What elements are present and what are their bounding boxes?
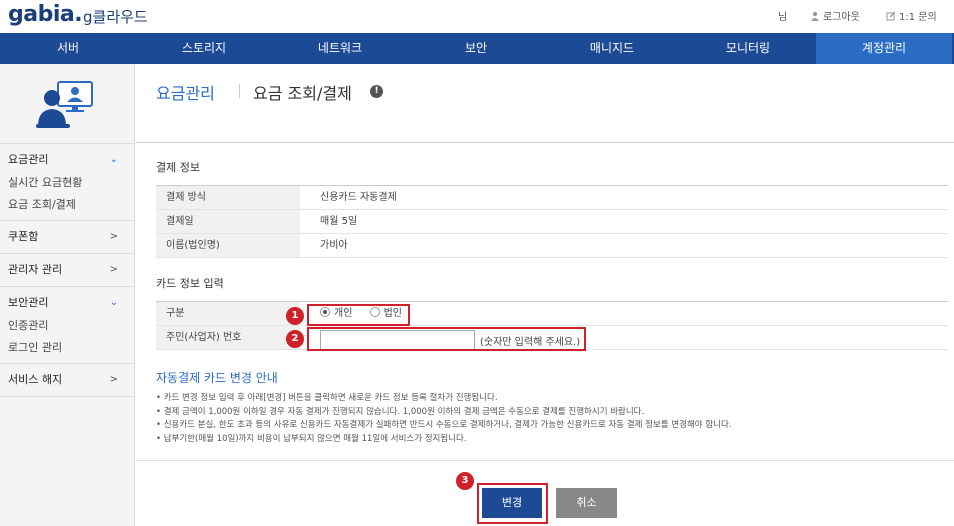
sidebar-item-admin[interactable]: 관리자 관리 > bbox=[8, 262, 126, 278]
logout-link[interactable]: 로그아웃 bbox=[810, 8, 860, 23]
chevron-right-icon: > bbox=[109, 264, 118, 275]
inquiry-label: 1:1 문의 bbox=[899, 12, 937, 23]
highlight-box-1 bbox=[307, 304, 410, 326]
user-icon bbox=[811, 11, 819, 21]
guide-title: 자동결제 카드 변경 안내 bbox=[156, 371, 278, 385]
table-row: 결제 방식 신용카드 자동결제 bbox=[156, 186, 948, 210]
row-label: 결제일 bbox=[156, 210, 300, 233]
guide-item: 결제 금액이 1,000원 이하일 경우 자동 결제가 진행되지 않습니다. 1… bbox=[156, 406, 948, 420]
sidebar-section-coupon: 쿠폰함 > bbox=[0, 221, 134, 254]
sidebar-item-billing[interactable]: 요금관리 ⌄ bbox=[8, 152, 126, 168]
cancel-button[interactable]: 취소 bbox=[556, 488, 617, 518]
nav-security[interactable]: 보안 bbox=[408, 33, 544, 64]
row-label: 구분 bbox=[156, 302, 300, 325]
change-button[interactable]: 변경 bbox=[482, 488, 542, 518]
step-badge-3: 3 bbox=[456, 472, 474, 490]
main-content: 요금관리 요금 조회/결제 ! 결제 정보 결제 방식 신용카드 자동결제 결제… bbox=[136, 64, 954, 526]
sidebar-item-label: 쿠폰함 bbox=[8, 230, 39, 243]
breadcrumb-parent[interactable]: 요금관리 bbox=[156, 80, 215, 104]
sidebar-section-security: 보안관리 ⌄ 인증관리 로그인 관리 bbox=[0, 287, 134, 364]
gabia-logo[interactable]: gabia. bbox=[8, 2, 83, 27]
top-bar: gabia. g클라우드 님 로그아웃 1:1 문의 bbox=[0, 0, 954, 33]
page-header: 요금관리 요금 조회/결제 ! bbox=[136, 64, 954, 143]
sidebar-item-cancel-service[interactable]: 서비스 해지 > bbox=[8, 372, 126, 388]
table-row: 이름(법인명) 가비아 bbox=[156, 234, 948, 258]
sidebar-item-billing-payment[interactable]: 요금 조회/결제 bbox=[8, 196, 126, 212]
guide-item: 신용카드 분실, 한도 초과 등의 사유로 신용카드 자동결제가 실패하면 반드… bbox=[156, 419, 948, 433]
chevron-right-icon: > bbox=[109, 231, 118, 242]
card-input-title: 카드 정보 입력 bbox=[156, 277, 224, 290]
row-value: 매월 5일 bbox=[320, 216, 358, 227]
account-user-icon bbox=[36, 81, 93, 128]
sidebar-section-cancel-service: 서비스 해지 > bbox=[0, 364, 134, 397]
divider bbox=[136, 460, 954, 461]
row-label: 이름(법인명) bbox=[156, 234, 300, 257]
gcloud-logo-text[interactable]: g클라우드 bbox=[83, 6, 148, 27]
inquiry-link[interactable]: 1:1 문의 bbox=[886, 8, 937, 23]
chevron-down-icon: ⌄ bbox=[109, 154, 118, 165]
user-name-suffix: 님 bbox=[778, 12, 788, 23]
nav-managed[interactable]: 매니지드 bbox=[544, 33, 680, 64]
sidebar-section-billing: 요금관리 ⌄ 실시간 요금현황 요금 조회/결제 bbox=[0, 144, 134, 221]
row-value: 신용카드 자동결제 bbox=[320, 192, 397, 203]
row-value: 가비아 bbox=[320, 240, 348, 251]
sidebar-item-auth[interactable]: 인증관리 bbox=[8, 317, 126, 333]
sidebar-item-realtime-billing[interactable]: 실시간 요금현황 bbox=[8, 174, 126, 190]
sidebar-section-admin: 관리자 관리 > bbox=[0, 254, 134, 287]
step-badge-2: 2 bbox=[286, 330, 304, 348]
row-label: 주민(사업자) 번호 bbox=[156, 326, 300, 349]
nav-network[interactable]: 네트워크 bbox=[272, 33, 408, 64]
sidebar: 요금관리 ⌄ 실시간 요금현황 요금 조회/결제 쿠폰함 > 관리자 관리 > … bbox=[0, 64, 135, 526]
chevron-down-icon: ⌄ bbox=[109, 297, 118, 308]
table-row: 결제일 매월 5일 bbox=[156, 210, 948, 234]
main-nav: 서버 스토리지 네트워크 보안 매니지드 모니터링 계정관리 bbox=[0, 33, 954, 64]
sidebar-item-login-manage[interactable]: 로그인 관리 bbox=[8, 339, 126, 355]
chevron-right-icon: > bbox=[109, 374, 118, 385]
guide-item: 카드 변경 정보 입력 후 아래[변경] 버튼을 클릭하면 새로운 카드 정보 … bbox=[156, 392, 948, 406]
sidebar-item-label: 요금관리 bbox=[8, 153, 49, 166]
logout-label: 로그아웃 bbox=[823, 12, 860, 23]
step-badge-1: 1 bbox=[286, 307, 304, 325]
table-row: 구분 개인 법인 bbox=[156, 302, 948, 326]
sidebar-item-security[interactable]: 보안관리 ⌄ bbox=[8, 295, 126, 311]
row-label: 결제 방식 bbox=[156, 186, 300, 209]
nav-account[interactable]: 계정관리 bbox=[816, 33, 952, 64]
nav-monitoring[interactable]: 모니터링 bbox=[680, 33, 816, 64]
guide-item: 납부기한(매월 10일)까지 비용이 납부되지 않으면 매월 11일에 서비스가… bbox=[156, 433, 948, 447]
payment-info-title: 결제 정보 bbox=[156, 161, 200, 174]
breadcrumb-divider bbox=[239, 84, 240, 98]
edit-icon bbox=[886, 11, 896, 21]
sidebar-item-label: 관리자 관리 bbox=[8, 263, 63, 276]
nav-storage[interactable]: 스토리지 bbox=[136, 33, 272, 64]
guide-section: 자동결제 카드 변경 안내 카드 변경 정보 입력 후 아래[변경] 버튼을 클… bbox=[156, 369, 948, 446]
info-icon[interactable]: ! bbox=[370, 85, 383, 98]
sidebar-header bbox=[0, 64, 134, 144]
page-title: 요금 조회/결제 bbox=[253, 84, 352, 103]
nav-server[interactable]: 서버 bbox=[0, 33, 136, 64]
payment-info-table: 결제 방식 신용카드 자동결제 결제일 매월 5일 이름(법인명) 가비아 bbox=[156, 185, 948, 258]
sidebar-item-coupon[interactable]: 쿠폰함 > bbox=[8, 229, 126, 245]
highlight-box-2 bbox=[307, 327, 586, 351]
sidebar-item-label: 서비스 해지 bbox=[8, 373, 63, 386]
sidebar-item-label: 보안관리 bbox=[8, 296, 49, 309]
